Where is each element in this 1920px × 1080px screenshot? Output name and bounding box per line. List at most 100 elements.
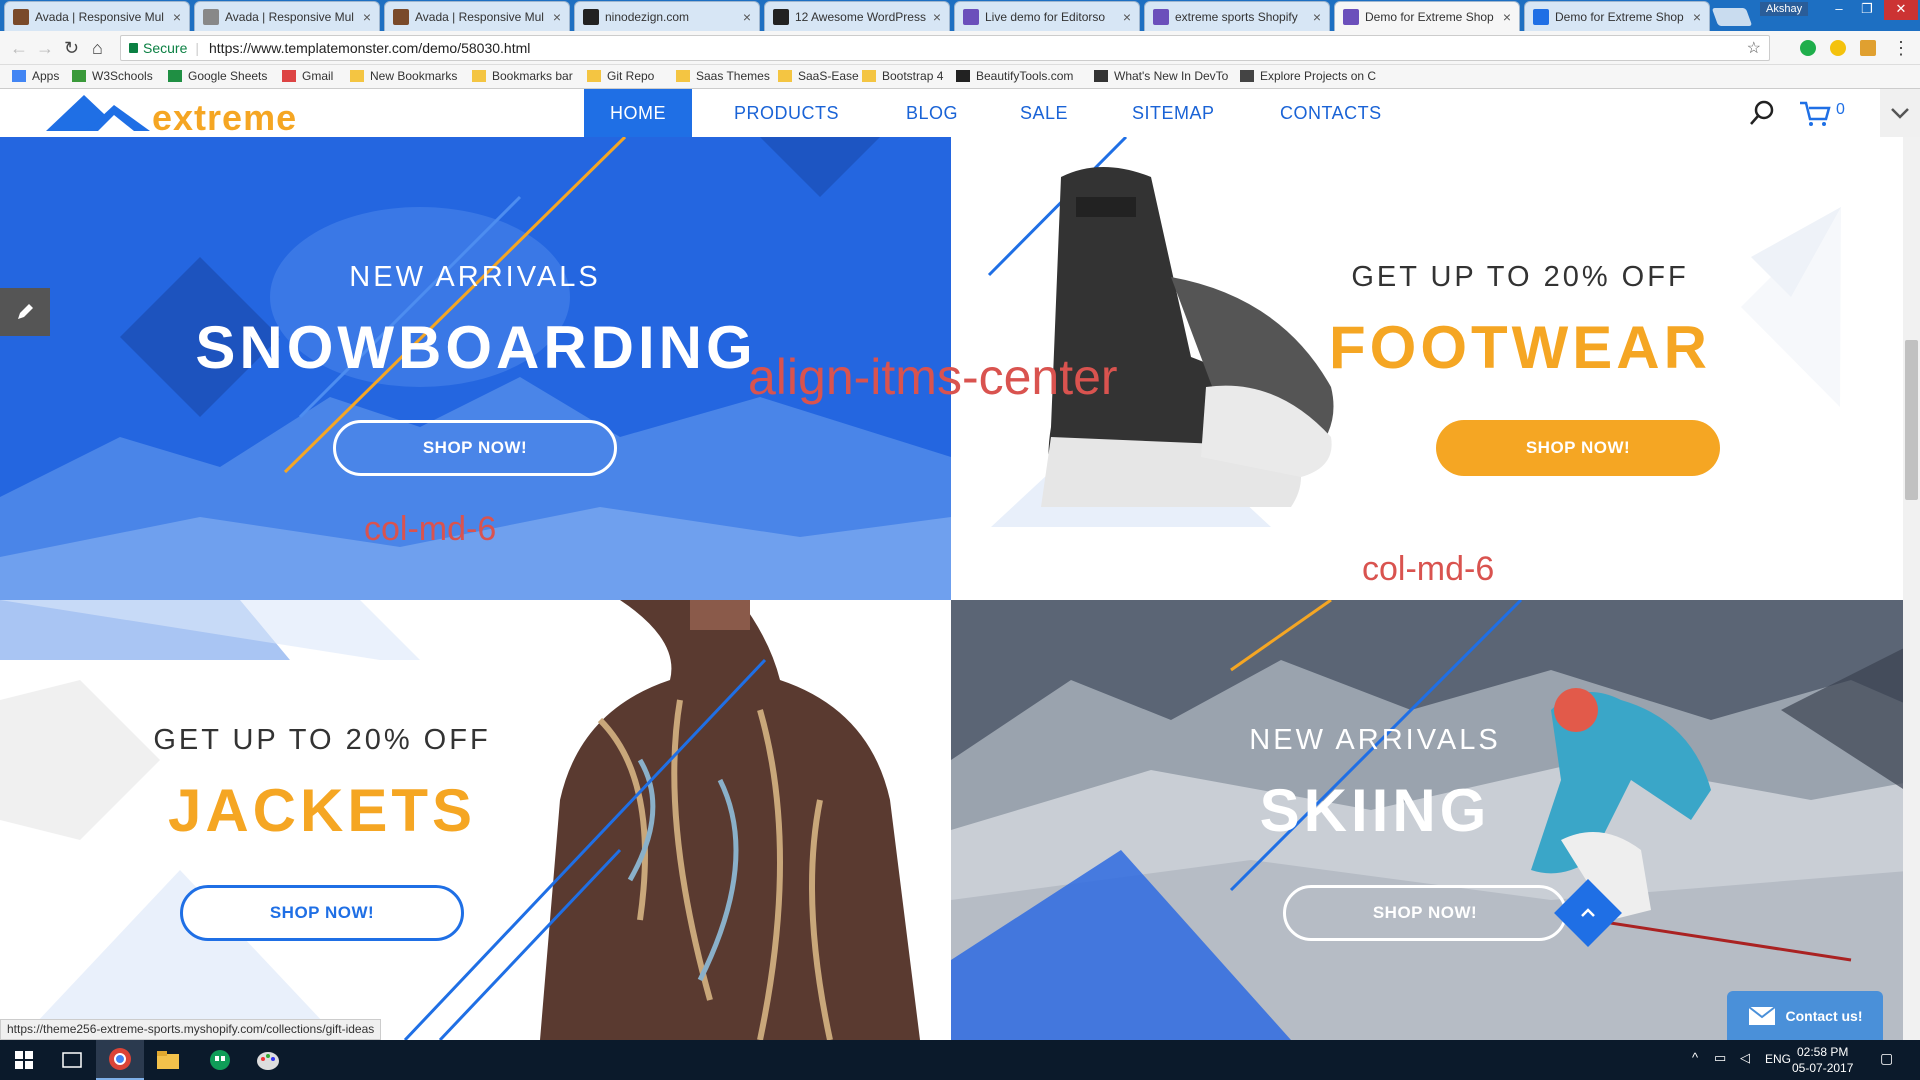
browser-tab[interactable]: Avada | Responsive Mul ×: [194, 1, 380, 31]
bookmark-item[interactable]: New Bookmarks: [350, 69, 457, 83]
reload-icon[interactable]: ↻: [64, 38, 79, 59]
tab-favicon-icon: [963, 8, 979, 25]
profile-name[interactable]: Akshay: [1760, 2, 1809, 16]
bookmark-item[interactable]: Bookmarks bar: [472, 69, 573, 83]
banner-title: JACKETS: [167, 777, 477, 844]
cart-icon[interactable]: [1798, 99, 1832, 127]
browser-tab[interactable]: ninodezign.com ×: [574, 1, 760, 31]
chrome-taskbar-icon[interactable]: [96, 1040, 144, 1080]
bookmark-item[interactable]: Bootstrap 4: [862, 69, 943, 83]
banner-pretitle: GET UP TO 20% OFF: [1351, 261, 1689, 293]
extension-green-icon[interactable]: [1800, 40, 1816, 56]
clock[interactable]: 02:58 PM 05-07-2017: [1792, 1044, 1853, 1076]
bookmark-item[interactable]: Gmail: [282, 69, 333, 83]
chevron-down-icon[interactable]: [1880, 89, 1920, 137]
extension-star-icon[interactable]: [1830, 40, 1846, 56]
annotation-center: align-itms-center: [748, 349, 1118, 405]
tab-favicon-icon: [203, 8, 219, 25]
language-indicator[interactable]: ENG: [1765, 1052, 1791, 1066]
browser-tab[interactable]: extreme sports Shopify ×: [1144, 1, 1330, 31]
banner-jackets[interactable]: GET UP TO 20% OFF JACKETS SHOP NOW!: [0, 600, 951, 1040]
notifications-icon[interactable]: ▢: [1880, 1050, 1893, 1067]
bookmark-folder-icon: [72, 70, 86, 82]
clock-time: 02:58 PM: [1797, 1045, 1849, 1059]
bookmark-folder-icon: [956, 70, 970, 82]
bookmark-item[interactable]: Explore Projects on C: [1240, 69, 1376, 83]
bookmark-item[interactable]: Saas Themes: [676, 69, 770, 83]
page-scrollbar[interactable]: [1903, 137, 1920, 1040]
browser-tab[interactable]: Avada | Responsive Mul ×: [4, 1, 190, 31]
bookmark-item[interactable]: W3Schools: [72, 69, 153, 83]
edit-pencil-button[interactable]: [0, 288, 50, 336]
bookmark-folder-icon: [862, 70, 876, 82]
nav-item-blog[interactable]: BLOG: [880, 89, 984, 137]
browser-tab[interactable]: Demo for Extreme Shop ×: [1334, 1, 1520, 31]
bookmark-folder-icon: [587, 70, 601, 82]
browser-tab[interactable]: Demo for Extreme Shop ×: [1524, 1, 1710, 31]
nav-item-contacts[interactable]: CONTACTS: [1254, 89, 1408, 137]
close-tab-icon[interactable]: ×: [1123, 9, 1131, 25]
url-text: https://www.templatemonster.com/demo/580…: [209, 40, 531, 56]
bookmark-item[interactable]: Apps: [12, 69, 59, 83]
nav-item-home[interactable]: HOME: [584, 89, 692, 137]
close-window-icon[interactable]: ✕: [1884, 0, 1918, 20]
banner-skiing[interactable]: NEW ARRIVALS SKIING SHOP NOW!: [951, 600, 1920, 1040]
paint-app-icon[interactable]: [244, 1040, 292, 1080]
shop-now-button[interactable]: SHOP NOW!: [333, 420, 617, 476]
shop-now-button[interactable]: SHOP NOW!: [1283, 885, 1567, 941]
tab-title: Live demo for Editorso: [985, 9, 1106, 24]
windows-start-icon[interactable]: [0, 1040, 48, 1080]
menu-icon[interactable]: ⋮: [1892, 38, 1910, 59]
close-tab-icon[interactable]: ×: [1313, 9, 1321, 25]
close-tab-icon[interactable]: ×: [1693, 9, 1701, 25]
close-tab-icon[interactable]: ×: [553, 9, 561, 25]
nav-item-sale[interactable]: SALE: [994, 89, 1094, 137]
contact-us-button[interactable]: Contact us!: [1727, 991, 1883, 1040]
close-tab-icon[interactable]: ×: [173, 9, 181, 25]
close-tab-icon[interactable]: ×: [933, 9, 941, 25]
screen: Avada | Responsive Mul × Avada | Responsiv…: [0, 0, 1920, 1080]
tab-favicon-icon: [583, 8, 599, 25]
volume-icon[interactable]: ◁: [1740, 1050, 1750, 1066]
nav-item-sitemap[interactable]: SITEMAP: [1106, 89, 1241, 137]
bookmark-star-icon[interactable]: ☆: [1747, 38, 1761, 58]
shop-now-button[interactable]: SHOP NOW!: [1436, 420, 1720, 476]
close-tab-icon[interactable]: ×: [363, 9, 371, 25]
forward-icon[interactable]: →: [36, 38, 54, 59]
bookmark-item[interactable]: Git Repo: [587, 69, 654, 83]
close-tab-icon[interactable]: ×: [743, 9, 751, 25]
cart-count[interactable]: 0: [1836, 101, 1845, 119]
minimize-icon[interactable]: –: [1826, 0, 1852, 20]
bookmark-item[interactable]: BeautifyTools.com: [956, 69, 1073, 83]
back-icon[interactable]: ←: [10, 38, 28, 59]
hangouts-icon[interactable]: [196, 1040, 244, 1080]
task-view-icon[interactable]: [48, 1040, 96, 1080]
mountain-logo-icon[interactable]: [46, 95, 150, 133]
file-explorer-icon[interactable]: [144, 1040, 192, 1080]
logo-text[interactable]: extreme: [152, 97, 297, 139]
tab-title: 12 Awesome WordPress: [795, 9, 926, 24]
browser-tab[interactable]: 12 Awesome WordPress ×: [764, 1, 950, 31]
bookmark-item[interactable]: What's New In DevTo: [1094, 69, 1228, 83]
search-icon[interactable]: [1748, 99, 1776, 127]
secure-indicator[interactable]: Secure: [129, 40, 187, 56]
browser-tab[interactable]: Live demo for Editorso ×: [954, 1, 1140, 31]
tab-favicon-icon: [13, 8, 29, 25]
nav-item-products[interactable]: PRODUCTS: [708, 89, 865, 137]
bookmark-item[interactable]: SaaS-Ease: [778, 69, 859, 83]
new-tab-button[interactable]: [1711, 8, 1753, 26]
tray-chevron-icon[interactable]: ^: [1692, 1050, 1698, 1065]
home-icon[interactable]: ⌂: [92, 38, 103, 59]
tab-title: Demo for Extreme Shop: [1555, 9, 1684, 24]
browser-tab[interactable]: Avada | Responsive Mul ×: [384, 1, 570, 31]
network-icon[interactable]: ▭: [1714, 1050, 1726, 1066]
shop-now-button[interactable]: SHOP NOW!: [180, 885, 464, 941]
banner-title: FOOTWEAR: [1329, 314, 1711, 381]
close-tab-icon[interactable]: ×: [1503, 9, 1511, 25]
bookmark-item[interactable]: Google Sheets: [168, 69, 267, 83]
extension-key-icon[interactable]: [1860, 40, 1876, 56]
scrollbar-thumb[interactable]: [1905, 340, 1918, 500]
restore-icon[interactable]: ❐: [1854, 0, 1880, 20]
envelope-icon: [1747, 1005, 1776, 1025]
address-bar[interactable]: Secure | https://www.templatemonster.com…: [120, 35, 1770, 61]
